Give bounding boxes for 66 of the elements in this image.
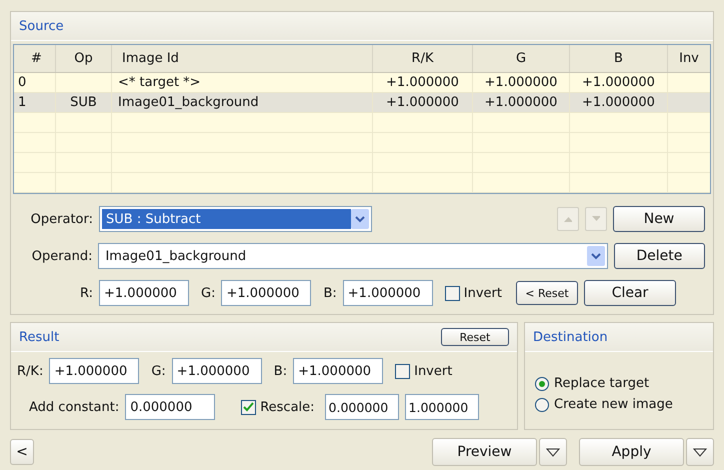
table-cell: 1 (18, 95, 26, 110)
delete-button[interactable]: Delete (614, 243, 705, 269)
table-cell: +1.000000 (582, 75, 655, 90)
table-cell: 0 (18, 75, 26, 90)
column-header[interactable]: R/K (373, 45, 473, 72)
table-cell: Image01_background (118, 95, 259, 110)
table-cell: +1.000000 (484, 75, 558, 90)
column-header[interactable]: # (14, 45, 56, 72)
table-cell: SUB (70, 95, 97, 110)
table-cell: <* target *> (118, 75, 201, 90)
table-row[interactable]: 1 SUB Image01_background +1.000000 +1.000000 +1.000000 (14, 93, 710, 113)
apply-menu-button[interactable] (686, 438, 714, 466)
table-cell: +1.000000 (484, 95, 558, 110)
rescale-checkbox[interactable]: Rescale: (241, 400, 315, 414)
operand-label: Operand: (30, 248, 92, 264)
weight-field[interactable]: +1.000000 (293, 358, 384, 384)
add-constant-field[interactable]: 0.000000 (125, 394, 216, 420)
table-cell: +1.000000 (582, 95, 655, 110)
radio-button[interactable] (535, 376, 549, 390)
weight-label: R/K: (17, 364, 44, 378)
radio-label[interactable]: Create new image (554, 397, 673, 412)
checkmark-icon (243, 402, 254, 412)
back-button[interactable]: < (10, 439, 34, 465)
weight-field[interactable]: +1.000000 (342, 280, 433, 306)
invert-checkbox[interactable]: Invert (444, 286, 502, 300)
chevron-icon (586, 246, 605, 266)
preview-menu-button[interactable] (539, 438, 567, 466)
panel-title: Source (19, 18, 64, 34)
reset-button[interactable]: < Reset (516, 281, 578, 305)
triangle-down-icon (693, 448, 707, 456)
weight-label: G: (201, 286, 216, 300)
column-header[interactable]: Image Id (112, 45, 373, 72)
column-header[interactable]: G (473, 45, 570, 72)
panel-title: Destination (533, 330, 608, 344)
table-cell: +1.000000 (386, 95, 459, 110)
weight-label: B: (274, 364, 288, 378)
operator-dropdown[interactable]: SUB : Subtract (99, 206, 372, 232)
invert-checkbox[interactable]: Invert (395, 364, 452, 378)
triangle-down-icon (546, 448, 560, 456)
operand-dropdown[interactable]: Image01_background (98, 243, 608, 269)
weight-field[interactable]: +1.000000 (49, 358, 140, 384)
column-header[interactable]: Inv (668, 45, 710, 72)
triangle-down-icon (592, 216, 600, 222)
weight-field[interactable]: +1.000000 (172, 358, 262, 384)
triangle-up-icon (564, 216, 572, 222)
weight-label: G: (151, 364, 166, 378)
operator-label: Operator: (30, 212, 93, 226)
radio-label[interactable]: Replace target (554, 376, 650, 391)
radio-button[interactable] (535, 398, 549, 412)
weight-field[interactable]: +1.000000 (221, 280, 312, 306)
rescale-max-field[interactable]: 1.000000 (404, 394, 479, 420)
weight-label: B: (323, 286, 337, 300)
column-header[interactable]: B (570, 45, 668, 72)
apply-button[interactable]: Apply (579, 438, 684, 466)
chevron-icon (351, 209, 369, 229)
rescale-min-field[interactable]: 0.000000 (324, 394, 399, 420)
reset-button[interactable]: Reset (441, 328, 509, 346)
new-button[interactable]: New (613, 206, 705, 232)
weight-field[interactable]: +1.000000 (99, 280, 189, 306)
clear-button[interactable]: Clear (584, 280, 676, 306)
panel-title: Result (19, 330, 60, 344)
column-header[interactable]: Op (56, 45, 112, 72)
table-cell: +1.000000 (386, 75, 459, 90)
add-constant-label: Add constant: (28, 400, 120, 414)
weight-label: R: (78, 286, 93, 300)
preview-button[interactable]: Preview (432, 438, 537, 466)
